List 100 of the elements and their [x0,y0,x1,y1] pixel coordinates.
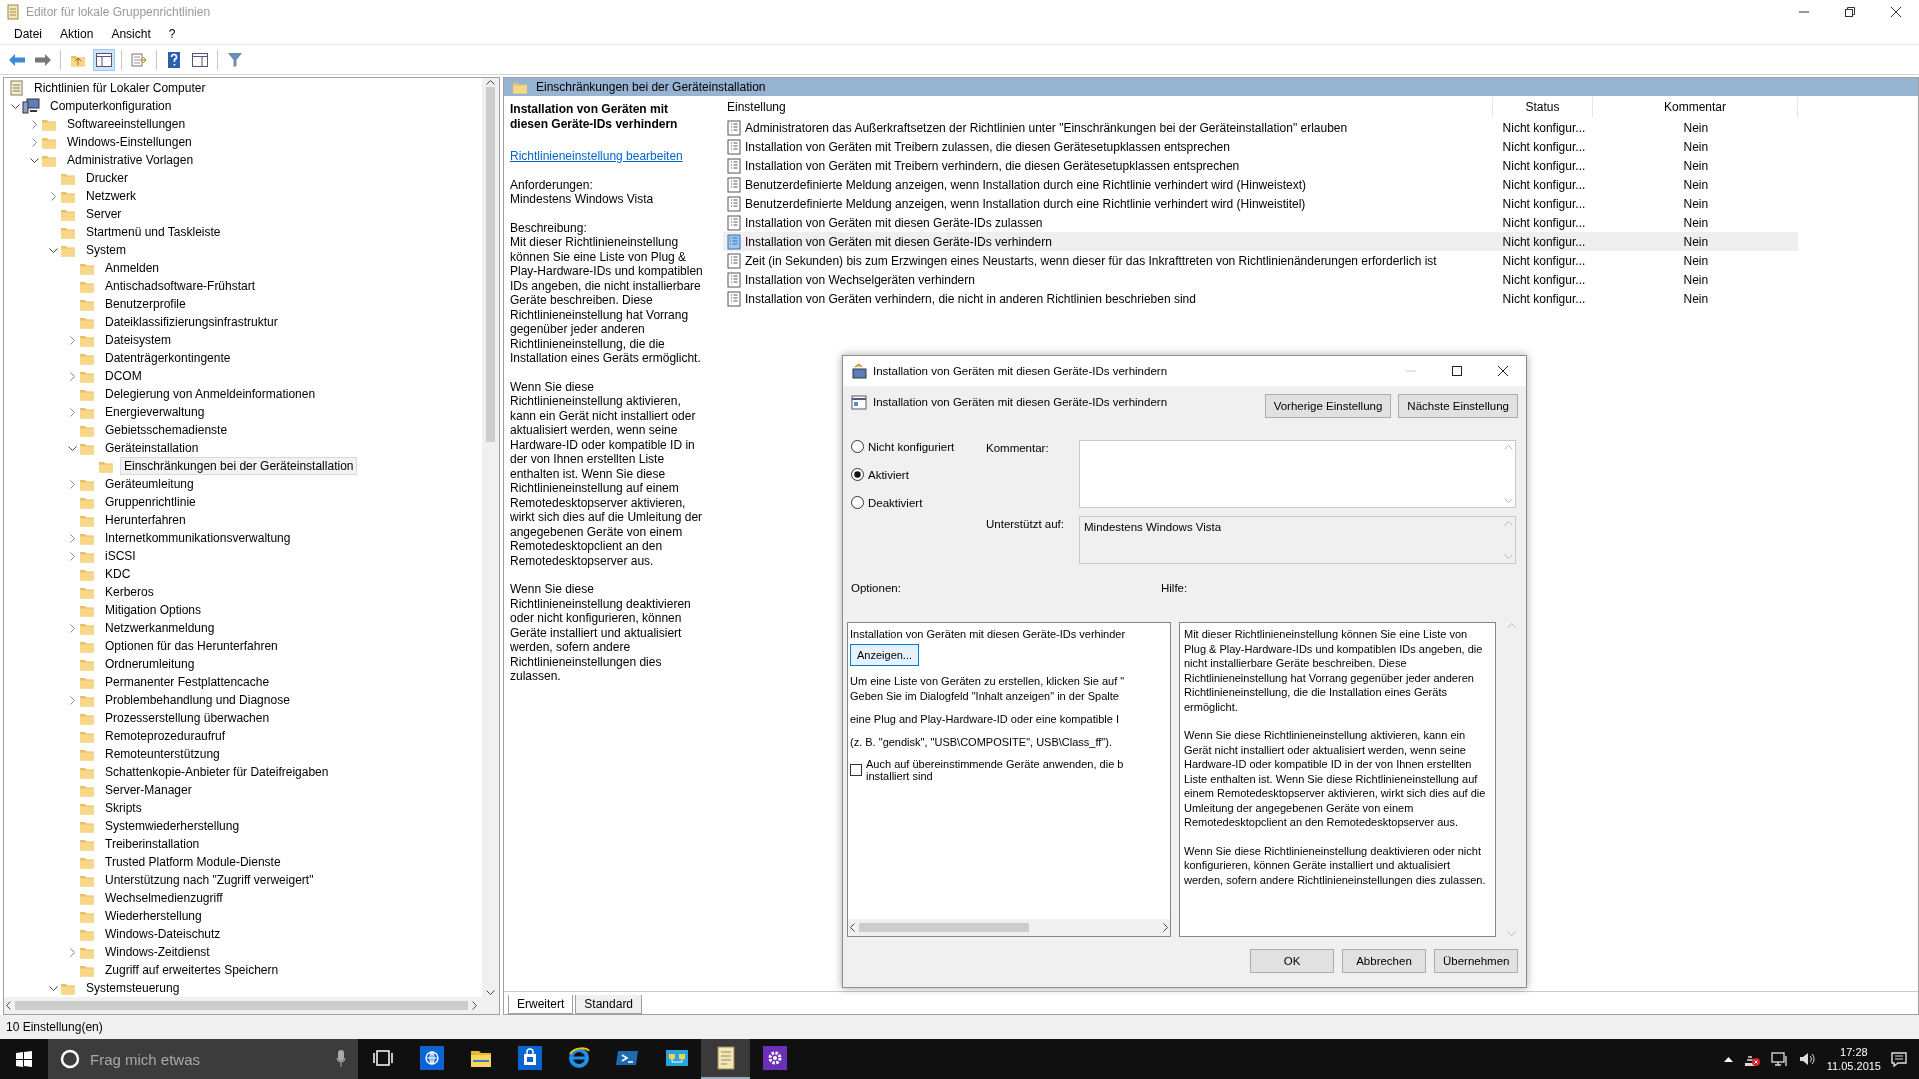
tree-item[interactable]: Permanenter Festplattencache [101,673,274,691]
chevron-left-icon[interactable] [848,923,857,932]
microphone-icon[interactable] [336,1050,346,1068]
tree-item[interactable]: Dateisystem [101,331,176,349]
tree-item[interactable]: Unterstützung nach "Zugriff verweigert" [101,871,318,889]
menu-item[interactable]: Datei [6,27,50,41]
tree-item[interactable]: Anmelden [101,259,164,277]
tree-item[interactable]: Zugriff auf erweitertes Speichern [101,961,283,979]
table-row[interactable]: Benutzerdefinierte Meldung anzeigen, wenn Installation durch eine Richtlinie verhindert wird (Hinweistext) Nicht konfigur... Nein [723,175,1798,194]
table-row[interactable]: Installation von Wechselgeräten verhindern Nicht konfigur... Nein [723,270,1798,289]
tree-item[interactable]: iSCSI [101,547,140,565]
column-header[interactable]: Kommentar [1593,97,1798,117]
scrollbar-thumb[interactable] [15,1001,468,1010]
scrollbar-thumb[interactable] [486,87,495,442]
chevron-down-icon[interactable] [29,155,39,165]
tree-item[interactable]: Startmenü und Taskleiste [82,223,225,241]
tree-item[interactable]: Wiederherstellung [101,907,206,925]
tree-item[interactable]: Geräteumleitung [101,475,198,493]
menu-item[interactable]: Aktion [52,27,102,41]
tree-item[interactable]: Gruppenrichtlinie [101,493,200,511]
chevron-right-icon[interactable] [1161,923,1170,932]
dialog-button[interactable]: Abbrechen [1342,949,1426,973]
tree-item[interactable]: Trusted Platform Module-Dienste [101,853,285,871]
tree-item[interactable]: Remoteunterstützung [101,745,224,763]
tree-item[interactable]: Delegierung von Anmeldeinformationen [101,385,320,403]
tree-item[interactable]: Server [82,205,126,223]
tree-item[interactable]: Windows-Dateischutz [101,925,225,943]
monitor-icon[interactable] [1770,1051,1789,1067]
radio-option[interactable]: Aktiviert [851,468,986,481]
chevron-up-icon[interactable] [486,78,495,87]
radio-option[interactable]: Nicht konfiguriert [851,440,986,453]
tree-item[interactable]: Herunterfahren [101,511,190,529]
chevron-down-icon[interactable] [486,988,495,997]
tree-item[interactable]: Systemsteuerung [82,979,184,997]
tree-item[interactable]: Prozesserstellung überwachen [101,709,274,727]
speaker-icon[interactable] [1798,1051,1817,1067]
tree-item[interactable]: Richtlinien für Lokaler Computer [30,79,210,97]
navigation-button[interactable]: Nächste Einstellung [1398,394,1518,418]
tree-item[interactable]: Skripts [101,799,146,817]
table-row[interactable]: Installation von Geräten verhindern, die nicht in anderen Richtlinien beschrieben sind Nicht konfigur... Nein [723,289,1798,308]
column-header[interactable]: Einstellung [723,97,1493,117]
tree-item[interactable]: Netzwerkanmeldung [101,619,219,637]
navigation-button[interactable]: Vorherige Einstellung [1264,394,1392,418]
tree-item[interactable]: Wechselmedienzugriff [101,889,227,907]
tree-item[interactable]: Systemwiederherstellung [101,817,244,835]
tree-item[interactable]: Datenträgerkontingente [101,349,235,367]
chevron-down-icon[interactable] [10,101,20,111]
tree-item[interactable]: Antischadsoftware-Frühstart [101,277,260,295]
chevron-down-icon[interactable] [67,443,77,453]
tree-item[interactable]: Benutzerprofile [101,295,190,313]
scrollbar[interactable] [482,78,499,997]
tree-item[interactable]: Internetkommunikationsverwaltung [101,529,295,547]
tree-item[interactable]: Administrative Vorlagen [63,151,198,169]
scrollbar[interactable] [848,919,1170,936]
tree-item[interactable]: Treiberinstallation [101,835,204,853]
tree-item[interactable]: System [82,241,130,259]
tree-item[interactable]: Kerberos [101,583,158,601]
tree-item[interactable]: Drucker [82,169,132,187]
chevron-down-icon[interactable] [48,983,58,993]
view-tab[interactable]: Standard [575,995,643,1014]
tree-item[interactable]: Optionen für das Herunterfahren [101,637,282,655]
view-tab[interactable]: Erweitert [508,995,574,1014]
tree-item[interactable]: Geräteinstallation [101,439,203,457]
tree-item[interactable]: Computerkonfiguration [46,97,176,115]
tree-item[interactable]: Windows-Zeitdienst [101,943,214,961]
search-field[interactable]: Frag mich etwas [48,1039,358,1079]
tree-item[interactable]: Gebietsschemadienste [101,421,232,439]
show-button[interactable]: Anzeigen... [850,644,920,666]
column-header[interactable]: Status [1493,97,1593,117]
table-row[interactable]: Installation von Geräten mit diesen Geräte-IDs verhindern Nicht konfigur... Nein [723,232,1798,251]
checkbox[interactable] [850,764,862,776]
menu-item[interactable]: Ansicht [103,27,159,41]
tree-item[interactable]: Server-Manager [101,781,196,799]
dialog-button[interactable]: OK [1250,949,1334,973]
tree-item[interactable]: Schattenkopie-Anbieter für Dateifreigaben [101,763,333,781]
menu-item[interactable]: ? [160,27,184,41]
chevron-left-icon[interactable] [4,1001,13,1010]
tree-item[interactable]: Softwareeinstellungen [63,115,190,133]
tree-item[interactable]: Mitigation Options [101,601,206,619]
tree-item[interactable]: Problembehandlung und Diagnose [101,691,294,709]
tree-item[interactable]: Remoteprozeduraufruf [101,727,230,745]
taskbar-app[interactable] [701,1039,750,1079]
chevron-up-icon[interactable] [1723,1056,1733,1062]
tree-item[interactable]: DCOM [101,367,146,385]
tree-item[interactable]: Energieverwaltung [101,403,209,421]
clock-date[interactable]: 11.05.2015 [1826,1059,1881,1073]
dialog-button[interactable]: Übernehmen [1434,949,1518,973]
tree-item[interactable]: KDC [101,565,135,583]
table-row[interactable]: Installation von Geräten mit diesen Geräte-IDs zulassen Nicht konfigur... Nein [723,213,1798,232]
comment-field[interactable] [1079,440,1516,508]
clock-time[interactable]: 17:28 [1840,1045,1868,1059]
tree-item[interactable]: Dateiklassifizierungsinfrastruktur [101,313,282,331]
table-row[interactable]: Installation von Geräten mit Treibern verhindern, die diesen Gerätesetupklassen entsprechen Nicht konfigur... Nein [723,156,1798,175]
tree-item[interactable]: Ordnerumleitung [101,655,199,673]
chevron-right-icon[interactable] [470,1001,479,1010]
radio-option[interactable]: Deaktiviert [851,496,986,509]
chevron-down-icon[interactable] [48,245,58,255]
tree-item[interactable]: Einschränkungen bei der Geräteinstallation [120,457,358,475]
message-icon[interactable] [1891,1051,1907,1067]
table-row[interactable]: Administratoren das Außerkraftsetzen der Richtlinien unter "Einschränkungen bei der Geräteinstallation" erlauben Nicht konfigur... Nein [723,118,1798,137]
